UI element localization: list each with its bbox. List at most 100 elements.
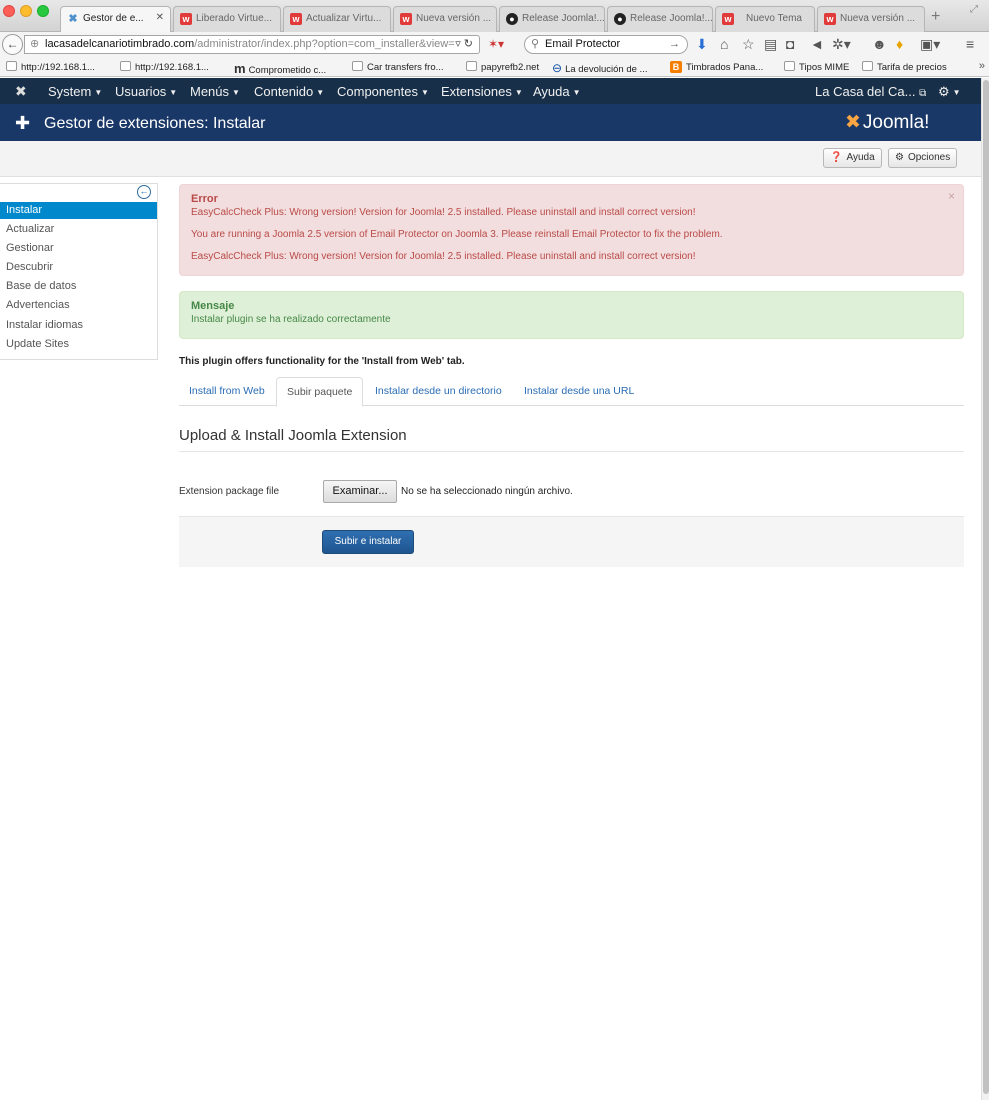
sidebar: ← Instalar Actualizar Gestionar Descubri… <box>0 183 158 360</box>
menu-label: Extensiones <box>441 84 512 99</box>
user-menu[interactable]: ⚙ ▼ <box>938 84 961 100</box>
bookmark-3[interactable]: m Comprometido c... <box>234 61 326 76</box>
close-tab-icon[interactable]: ✕ <box>156 12 164 23</box>
browser-tab-2[interactable]: w Liberado Virtue... <box>173 6 281 32</box>
menu-icon[interactable]: ≡ <box>966 36 974 52</box>
sidebar-item-descubrir[interactable]: Descubrir <box>0 259 157 276</box>
admin-menu-bar: ✖ System ▼ Usuarios ▼ Menús ▼ Contenido ▼ Co… <box>0 78 981 104</box>
send-icon[interactable]: ◄ <box>810 36 824 52</box>
button-label: Ayuda <box>846 152 875 163</box>
menu-componentes[interactable]: Componentes ▼ <box>337 84 429 99</box>
scrollbar-thumb[interactable] <box>983 80 989 1094</box>
tab-instalar-url[interactable]: Instalar desde una URL <box>514 377 644 406</box>
gear-icon: ⚙ <box>938 84 950 99</box>
bookmark-6[interactable]: ⊖ La devolución de ... <box>552 61 647 75</box>
close-window-button[interactable] <box>3 5 15 17</box>
bookmarks-toolbar: http://192.168.1... http://192.168.1... … <box>0 57 989 77</box>
pocket-icon[interactable]: ◘ <box>786 36 794 52</box>
bookmark-8[interactable]: Tipos MIME <box>784 61 849 73</box>
menu-system[interactable]: System ▼ <box>48 84 102 99</box>
chat-icon[interactable]: ☻ <box>872 36 887 52</box>
bookmark-7[interactable]: B Timbrados Pana... <box>670 61 763 73</box>
sidebar-item-actualizar[interactable]: Actualizar <box>0 221 157 238</box>
new-tab-button[interactable]: + <box>931 8 940 26</box>
addon-icon[interactable]: ✶▾ <box>488 37 504 51</box>
browser-tab-1[interactable]: ✖ Gestor de e... ✕ <box>60 6 171 32</box>
page-icon <box>862 61 873 71</box>
caret-down-icon: ▼ <box>514 88 523 97</box>
bookmark-label: http://192.168.1... <box>21 62 95 73</box>
sidebar-item-instalar[interactable]: Instalar <box>0 202 157 219</box>
browser-tab-6[interactable]: ● Release Joomla!... <box>607 6 713 32</box>
browser-nav-bar: ← ⊕ lacasadelcanariotimbrado.com/adminis… <box>0 32 989 57</box>
clipboard-icon[interactable]: ▣▾ <box>920 36 940 53</box>
scrollbar[interactable] <box>981 78 989 1100</box>
page-icon <box>120 61 131 71</box>
caret-down-icon: ▼ <box>316 88 325 97</box>
menu-contenido[interactable]: Contenido ▼ <box>254 84 324 99</box>
url-path: /administrator/index.php?option=com_inst… <box>194 38 455 50</box>
collapse-sidebar-icon[interactable]: ← <box>137 185 151 199</box>
browse-file-button[interactable]: Examinar... <box>323 480 397 503</box>
browser-tab-3[interactable]: w Actualizar Virtu... <box>283 6 391 32</box>
field-label: Extension package file <box>179 486 280 497</box>
browser-tab-8[interactable]: w Nueva versión ... <box>817 6 925 32</box>
bookmark-9[interactable]: Tarifa de precios <box>862 61 947 73</box>
page-header: ✚ Gestor de extensiones: Instalar ✖ Jooml… <box>0 104 981 141</box>
bookmark-1[interactable]: http://192.168.1... <box>6 61 95 73</box>
help-button[interactable]: ❓ Ayuda <box>823 148 882 168</box>
browser-tab-5[interactable]: ● Release Joomla!... <box>499 6 605 32</box>
bookmark-2[interactable]: http://192.168.1... <box>120 61 209 73</box>
browser-tab-4[interactable]: w Nueva versión ... <box>393 6 497 32</box>
bookmark-label: La devolución de ... <box>565 64 648 75</box>
page-title: Gestor de extensiones: Instalar <box>44 115 266 132</box>
tab-label: Actualizar Virtu... <box>306 13 382 24</box>
sidebar-item-instalar-idiomas[interactable]: Instalar idiomas <box>0 317 157 334</box>
bookmark-5[interactable]: papyrefb2.net <box>466 61 539 73</box>
options-button[interactable]: ⚙ Opciones <box>888 148 958 168</box>
site-link[interactable]: La Casa del Ca... ⧉ <box>815 84 926 99</box>
tab-subir-paquete[interactable]: Subir paquete <box>276 377 364 407</box>
url-host: lacasadelcanariotimbrado.com <box>45 38 195 50</box>
section-title: Upload & Install Joomla Extension <box>179 427 407 444</box>
back-button[interactable]: ← <box>2 34 23 55</box>
tab-instalar-directorio[interactable]: Instalar desde un directorio <box>365 377 512 406</box>
fullscreen-icon[interactable]: ⤢ <box>970 4 978 15</box>
caret-down-icon: ▼ <box>420 88 429 97</box>
joomla-brand: ✖ Joomla! <box>845 111 929 134</box>
error-message-3: EasyCalcCheck Plus: Wrong version! Versi… <box>191 251 696 262</box>
sidebar-item-update-sites[interactable]: Update Sites <box>0 336 157 353</box>
addon-menu-icon[interactable]: ✲▾ <box>832 36 851 53</box>
reload-icon[interactable]: ▿ ↻ <box>455 36 473 53</box>
menu-label: Ayuda <box>533 84 570 99</box>
m-icon: m <box>234 61 246 76</box>
more-bookmarks-icon[interactable]: » <box>979 60 985 72</box>
zoom-window-button[interactable] <box>37 5 49 17</box>
menu-menus[interactable]: Menús ▼ <box>190 84 240 99</box>
menu-usuarios[interactable]: Usuarios ▼ <box>115 84 177 99</box>
joomla-logo-icon[interactable]: ✖ <box>15 83 27 100</box>
sidebar-item-gestionar[interactable]: Gestionar <box>0 240 157 257</box>
error-alert: × Error EasyCalcCheck Plus: Wrong versio… <box>179 184 964 276</box>
close-alert-icon[interactable]: × <box>948 189 955 203</box>
search-input[interactable]: ⚲ Email Protector → <box>524 35 688 54</box>
url-bar[interactable]: ⊕ lacasadelcanariotimbrado.com/administr… <box>24 35 480 54</box>
browser-tab-7[interactable]: w Nuevo Tema <box>715 6 815 32</box>
menu-extensiones[interactable]: Extensiones ▼ <box>441 84 523 99</box>
bookmark-star-icon[interactable]: ☆ <box>742 36 755 53</box>
bookmark-4[interactable]: Car transfers fro... <box>352 61 444 73</box>
sidebar-item-advertencias[interactable]: Advertencias <box>0 297 157 314</box>
tab-install-from-web[interactable]: Install from Web <box>179 377 275 406</box>
error-heading: Error <box>191 193 218 205</box>
notification-icon[interactable]: ♦ <box>896 36 903 52</box>
upload-install-button[interactable]: Subir e instalar <box>322 530 414 554</box>
sidebar-item-base-de-datos[interactable]: Base de datos <box>0 278 157 295</box>
home-icon[interactable]: ⌂ <box>720 36 728 52</box>
menu-ayuda[interactable]: Ayuda ▼ <box>533 84 581 99</box>
search-go-icon[interactable]: → <box>669 36 680 53</box>
minimize-window-button[interactable] <box>20 5 32 17</box>
success-heading: Mensaje <box>191 300 235 312</box>
bookmarks-list-icon[interactable]: ▤ <box>764 36 777 53</box>
download-icon[interactable]: ⬇ <box>696 36 708 53</box>
menu-label: Componentes <box>337 84 418 99</box>
